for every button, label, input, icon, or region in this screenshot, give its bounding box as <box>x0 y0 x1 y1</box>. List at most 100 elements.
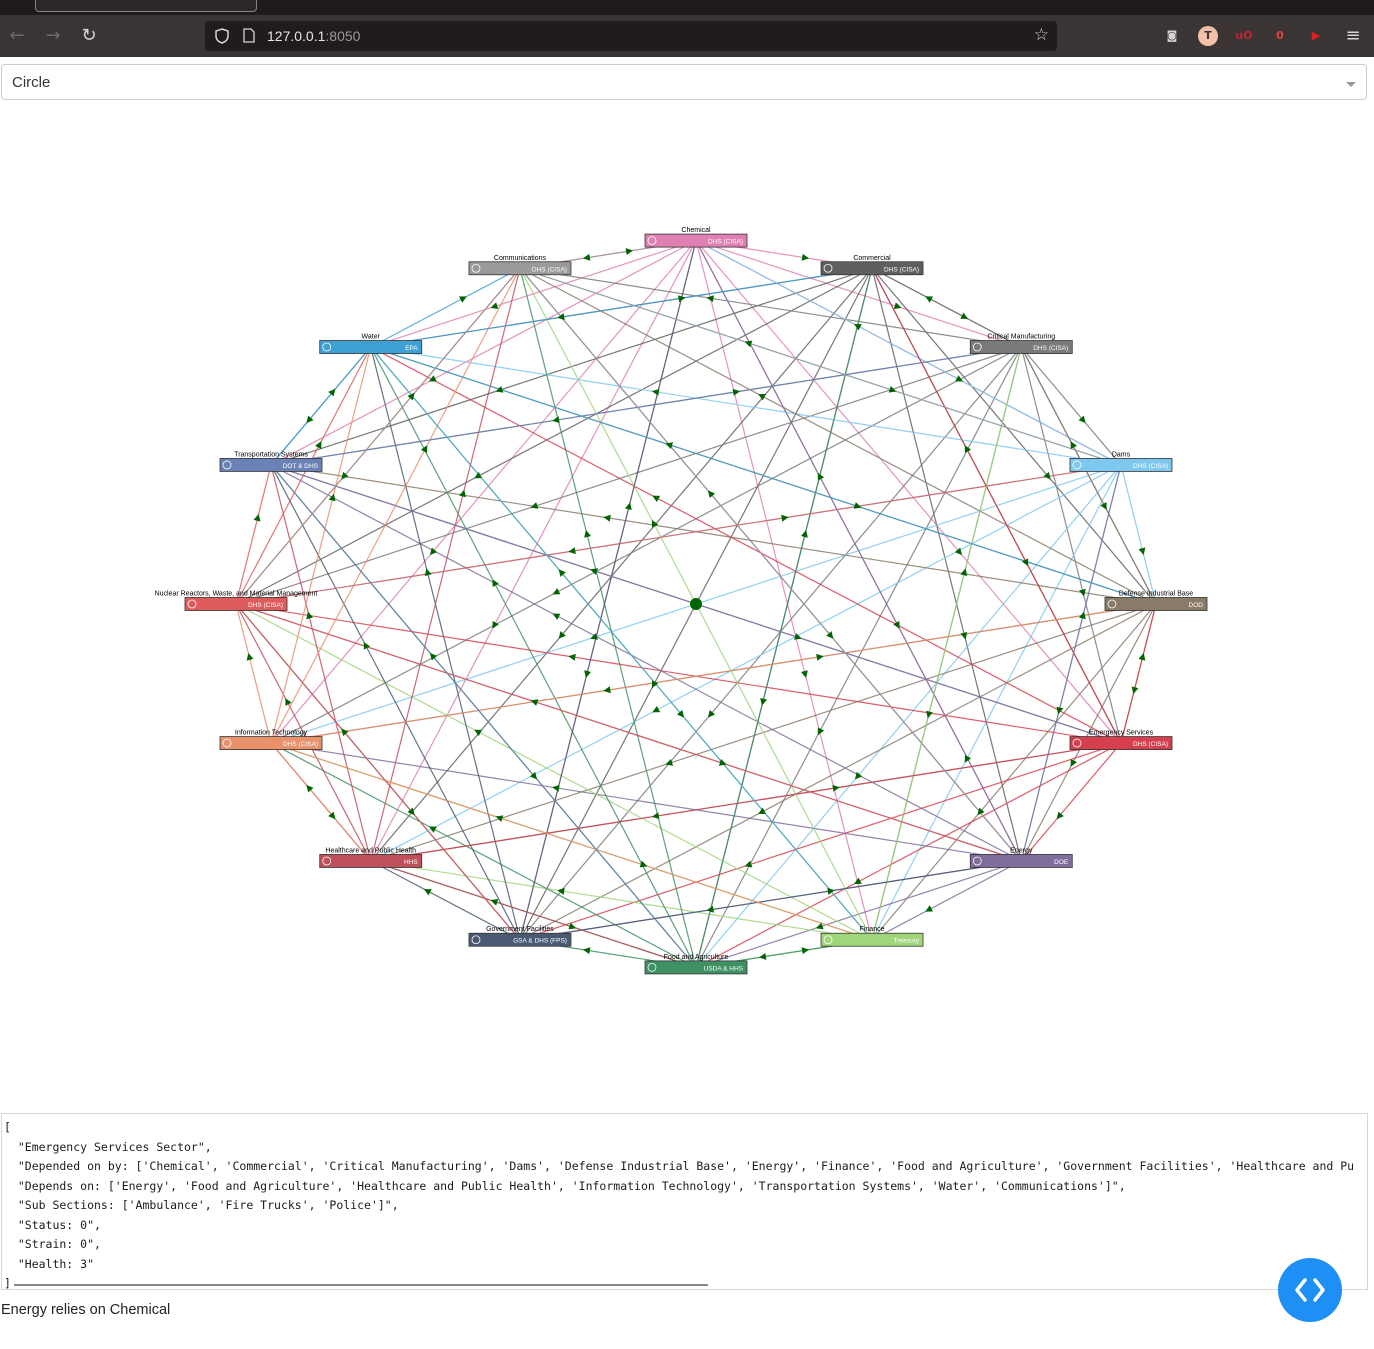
edge-arrow <box>960 312 969 319</box>
edge-arrow <box>1131 686 1139 695</box>
dependency-edge[interactable] <box>370 860 697 968</box>
youtube-extension-icon[interactable]: ▶ <box>1306 26 1326 46</box>
layout-dropdown-value: Circle <box>12 74 51 91</box>
sector-agency-label: DHS (CISA) <box>708 239 743 246</box>
sector-node-label: Healthcare and Public Health <box>325 847 416 854</box>
dev-tools-button[interactable] <box>1278 1258 1342 1322</box>
sector-node-label: Dams <box>1112 451 1131 458</box>
sector-node[interactable]: DHS (CISA) Chemical <box>644 227 748 248</box>
forward-arrow-icon[interactable]: → <box>40 23 66 49</box>
edge-arrow <box>492 579 499 588</box>
edge-arrow <box>652 705 661 713</box>
sector-node-label: Government Facilities <box>486 926 554 933</box>
edge-arrow <box>328 493 336 502</box>
sector-agency-label: DHS (CISA) <box>1133 741 1168 748</box>
chevron-down-icon[interactable] <box>1346 82 1356 87</box>
sector-node[interactable]: USDA & HHS Food and Agriculture <box>644 954 748 975</box>
sector-node[interactable]: HHS Healthcare and Public Health <box>319 847 423 868</box>
edge-arrow <box>1056 706 1064 715</box>
edge-arrow <box>817 727 825 736</box>
sector-node[interactable]: DHS (CISA) Information Technology <box>219 730 323 750</box>
sector-node-label: Finance <box>860 926 885 933</box>
sector-node[interactable]: DHS (CISA) Communications <box>468 255 572 276</box>
edge-arrow <box>530 699 539 706</box>
sector-node-label: Energy <box>1010 847 1033 854</box>
sector-node-label: Defense Industrial Base <box>1119 591 1193 598</box>
ublock-icon[interactable]: uO <box>1234 26 1254 46</box>
sector-agency-label: DOD <box>1189 602 1204 609</box>
sector-agency-label: HHS <box>404 859 418 866</box>
dependency-status-text: Energy relies on Chemical <box>1 1302 171 1318</box>
edge-arrow <box>760 697 768 706</box>
dependency-edge[interactable] <box>695 240 1022 862</box>
edge-arrow <box>285 698 292 706</box>
sector-node[interactable]: DOT & DHS Transportation Systems <box>219 451 323 472</box>
sector-node-label: Commercial <box>853 255 891 262</box>
sector-node[interactable]: DHS (CISA) Nuclear Reactors, Waste, and M… <box>155 591 318 611</box>
edge-arrow <box>253 513 261 522</box>
bookmark-star-icon[interactable]: ☆ <box>1034 25 1049 45</box>
account-avatar-icon[interactable]: T <box>1198 26 1218 46</box>
dependency-edge[interactable] <box>1020 346 1157 605</box>
edge-arrow <box>495 385 504 393</box>
sector-node[interactable]: DOD Defense Industrial Base <box>1104 591 1208 611</box>
dependency-edge[interactable] <box>370 346 1157 605</box>
sector-node-label: Communications <box>494 255 547 262</box>
dependency-edge[interactable] <box>370 346 697 968</box>
page-icon <box>243 28 255 43</box>
sector-node[interactable]: GSA & DHS (FPS) Government Facilities <box>468 926 572 947</box>
menu-hamburger-icon[interactable]: ≡ <box>1340 23 1366 49</box>
sector-node[interactable]: DHS (CISA) Commercial <box>820 255 924 276</box>
url-bar[interactable]: 127.0.0.1:8050 ☆ <box>205 21 1057 51</box>
sector-node[interactable]: DHS (CISA) Critical Manufacturing <box>969 334 1073 354</box>
edge-arrow <box>584 530 591 538</box>
sector-node[interactable]: DHS (CISA) Emergency Services <box>1069 730 1173 750</box>
edge-arrow <box>652 495 661 503</box>
sector-node[interactable]: DHS (CISA)Dams <box>1069 451 1173 472</box>
code-brackets-icon <box>1295 1278 1325 1302</box>
sector-agency-label: DHS (CISA) <box>532 266 567 273</box>
edge-arrow <box>817 472 825 481</box>
graph-center-hub <box>690 598 702 610</box>
sector-node-label: Water <box>362 334 381 341</box>
edge-arrow <box>495 815 504 823</box>
edge-arrow <box>1100 502 1107 510</box>
dependency-edge[interactable] <box>235 603 1022 862</box>
sector-node-label: Emergency Services <box>1089 730 1154 737</box>
edge-arrow <box>423 889 432 896</box>
edge-arrow <box>1138 547 1146 556</box>
edge-arrow <box>893 620 900 629</box>
sector-node-label: Chemical <box>681 227 711 234</box>
edge-arrow <box>584 670 591 678</box>
extension-badge-icon[interactable]: 0 <box>1270 26 1290 46</box>
pocket-icon[interactable]: ◙ <box>1162 26 1182 46</box>
layout-dropdown[interactable]: Circle <box>1 64 1367 100</box>
sector-node[interactable]: DOE Energy <box>969 847 1073 868</box>
edge-arrow <box>1138 652 1146 661</box>
edge-arrow <box>801 530 808 538</box>
sector-node-label: Nuclear Reactors, Waste, and Material Ma… <box>155 591 318 598</box>
reload-icon[interactable]: ↻ <box>76 23 102 49</box>
browser-tab[interactable] <box>35 0 257 12</box>
sector-node-label: Food and Agriculture <box>664 954 729 961</box>
dependency-edge[interactable] <box>519 267 1122 466</box>
edge-arrow <box>458 296 467 303</box>
shield-icon[interactable] <box>215 28 229 44</box>
dependency-network-graph[interactable]: DHS (CISA)ChemicalDHS (CISA)CommercialDH… <box>0 115 1374 1075</box>
sector-agency-label: DHS (CISA) <box>1033 345 1068 352</box>
edge-arrow <box>801 670 808 678</box>
horizontal-scrollbar[interactable] <box>14 1284 708 1286</box>
sector-node[interactable]: Treasury Finance <box>820 926 924 947</box>
sector-agency-label: DHS (CISA) <box>283 741 318 748</box>
sector-agency-label: Treasury <box>894 938 920 945</box>
dependency-edge[interactable] <box>270 742 873 941</box>
sector-details-panel: [ "Emergency Services Sector", "Depended… <box>1 1113 1368 1290</box>
edge-arrow <box>853 502 862 509</box>
sector-node[interactable]: EPA Water <box>319 334 423 354</box>
sector-agency-label: EPA <box>405 345 418 352</box>
browser-toolbar: ← → ↻ 127.0.0.1:8050 ☆ ≡ ◙ TuO 0 ▶ <box>0 15 1374 57</box>
sector-node-label: Information Technology <box>235 730 308 737</box>
sector-details-text: [ "Emergency Services Sector", "Depended… <box>4 1120 1355 1290</box>
sector-node-label: Critical Manufacturing <box>987 334 1055 341</box>
back-arrow-icon[interactable]: ← <box>4 23 30 49</box>
